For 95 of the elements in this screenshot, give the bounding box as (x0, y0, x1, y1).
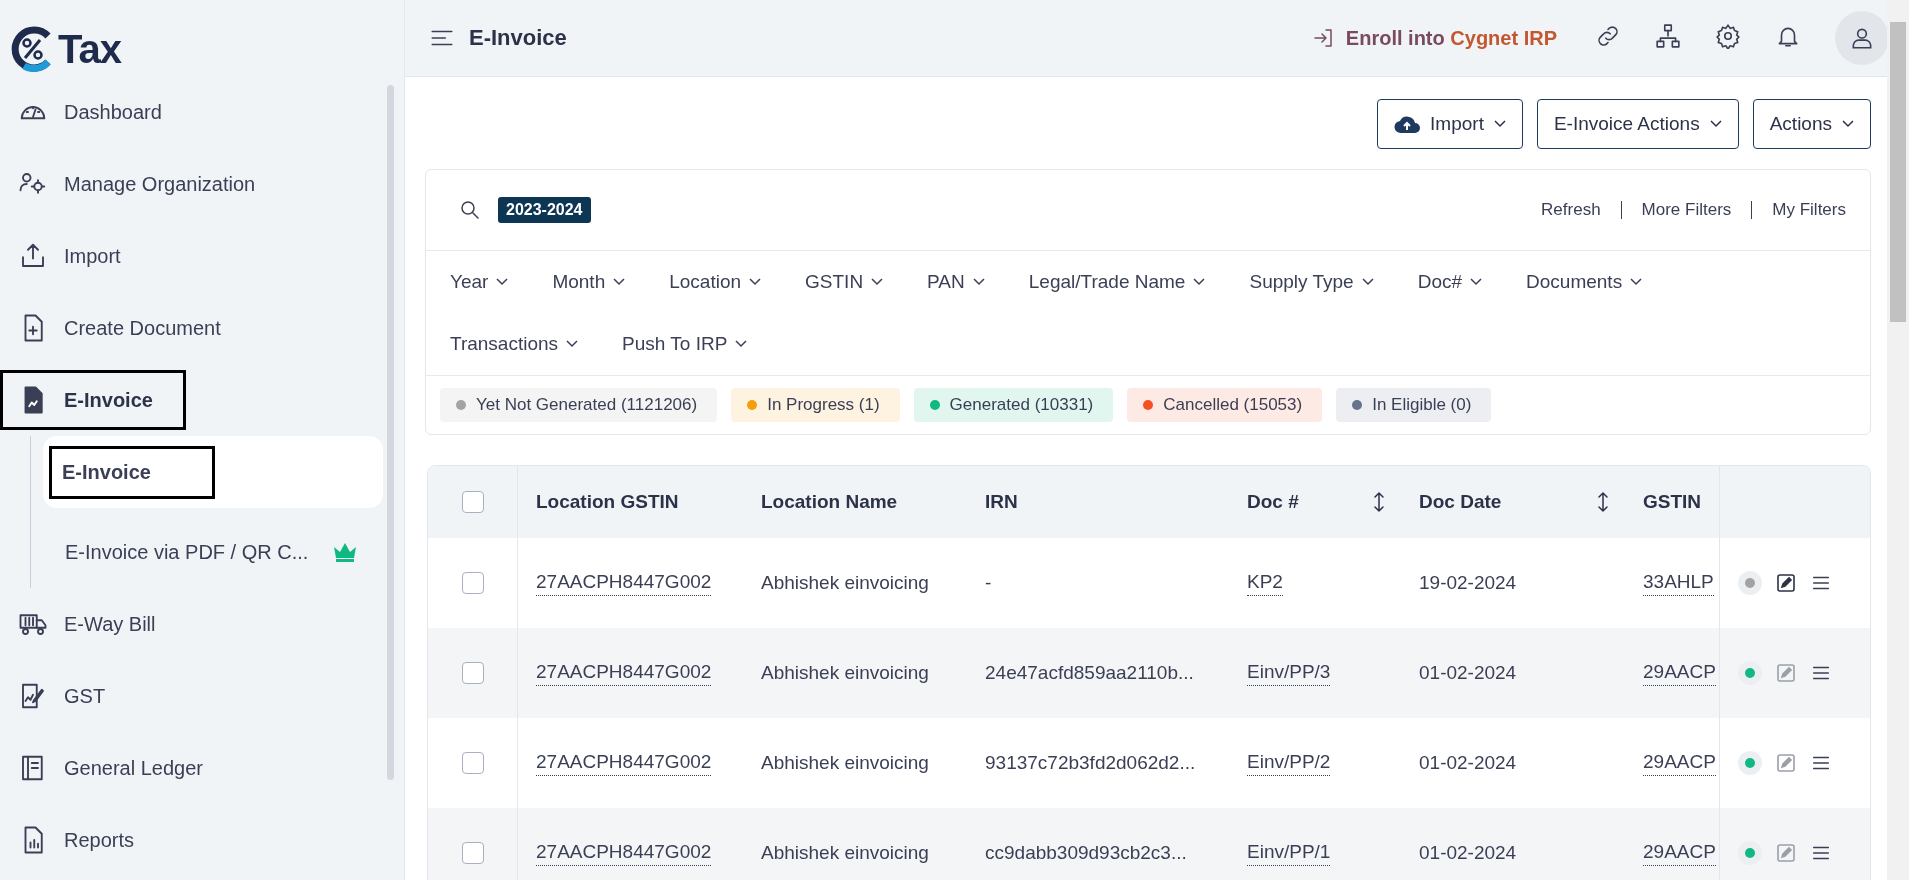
column-header: GSTIN (1643, 491, 1702, 513)
sidebar-item[interactable]: Create Document (0, 292, 404, 364)
status-chip[interactable]: In Eligible (0) (1336, 388, 1492, 422)
table-link[interactable]: Einv/PP/1 (1247, 840, 1331, 866)
caret-icon (1709, 120, 1722, 128)
table-cell: - (985, 572, 992, 594)
sidebar-item[interactable]: E-Way Bill (0, 588, 404, 660)
filter-dropdown[interactable]: Location (669, 251, 762, 313)
sidebar-item[interactable]: Import (0, 220, 404, 292)
caret-icon (972, 278, 985, 286)
filter-dropdown[interactable]: Supply Type (1249, 251, 1374, 313)
year-tag: 2023-2024 (498, 197, 591, 223)
table-link[interactable]: 33AHLP (1643, 570, 1714, 596)
table-cell: 01-02-2024 (1419, 752, 1517, 774)
table-link[interactable]: Einv/PP/3 (1247, 660, 1331, 686)
sidebar-item[interactable]: Reports (0, 804, 404, 876)
table-cell: Abhishek einvoicing (761, 662, 929, 684)
sitemap-icon (1655, 23, 1681, 49)
table-link[interactable]: 27AACPH8447G002 (536, 840, 712, 866)
table-link[interactable]: 29AACP (1643, 840, 1716, 866)
caret-icon (1493, 120, 1506, 128)
table-cell: 01-02-2024 (1419, 842, 1517, 864)
caret-icon (1361, 278, 1374, 286)
page-title: E-Invoice (469, 25, 567, 51)
table-link[interactable]: 27AACPH8447G002 (536, 570, 712, 596)
filter-dropdown[interactable]: GSTIN (805, 251, 884, 313)
filter-dropdown[interactable]: Documents (1526, 251, 1643, 313)
table-link[interactable]: 27AACPH8447G002 (536, 750, 712, 776)
checkbox[interactable] (461, 572, 484, 594)
caret-icon (613, 278, 626, 286)
dropdown-button[interactable]: E-Invoice Actions (1536, 99, 1739, 149)
column-header: Doc Date (1419, 491, 1502, 513)
column-header: Location GSTIN (536, 491, 679, 513)
table-link[interactable]: 29AACP (1643, 660, 1716, 686)
sidebar-subitem[interactable]: E-Invoice via PDF / QR C... (43, 516, 383, 588)
caret-icon (1842, 120, 1854, 128)
avatar[interactable] (1835, 11, 1889, 65)
caret-icon (566, 340, 579, 348)
cloud-upload-icon (1394, 114, 1421, 134)
caret-icon (1193, 278, 1206, 286)
filter-dropdown[interactable]: Month (552, 251, 626, 313)
checkbox[interactable] (461, 842, 484, 864)
column-header: Location Name (761, 491, 898, 513)
sidebar-subitem[interactable]: E-Invoice (43, 436, 383, 508)
filter-link[interactable]: Refresh (1541, 200, 1601, 220)
caret-icon (735, 340, 748, 348)
logo-text: Tax (58, 26, 121, 72)
table-cell: 24e47acfd859aa2110b... (985, 662, 1194, 684)
filter-dropdown[interactable]: Push To IRP (622, 313, 748, 375)
table-cell: 01-02-2024 (1419, 662, 1517, 684)
filter-link[interactable]: My Filters (1772, 200, 1846, 220)
caret-icon (1470, 278, 1483, 286)
link-icon (1595, 23, 1621, 49)
sidebar-item[interactable]: GST (0, 660, 404, 732)
caret-icon (871, 278, 884, 286)
dropdown-button[interactable]: Actions (1752, 99, 1871, 149)
filter-dropdown[interactable]: Doc# (1417, 251, 1483, 313)
checkbox[interactable] (461, 752, 484, 774)
status-chip[interactable]: Cancelled (15053) (1127, 388, 1323, 422)
table-cell: Abhishek einvoicing (761, 842, 929, 864)
table-link[interactable]: KP2 (1247, 570, 1283, 596)
status-chip[interactable]: In Progress (1) (731, 388, 900, 422)
caret-icon (496, 278, 509, 286)
sidebar-item[interactable]: General Ledger (0, 732, 404, 804)
filter-dropdown[interactable]: Legal/Trade Name (1028, 251, 1206, 313)
dropdown-button[interactable]: Import (1377, 99, 1523, 149)
enroll-link[interactable]: Enroll into Cygnet IRP (1311, 26, 1557, 50)
table-link[interactable]: Einv/PP/2 (1247, 750, 1331, 776)
sidebar-item[interactable]: E-Invoice (0, 370, 186, 430)
edit-icon[interactable] (1776, 573, 1796, 593)
filter-dropdown[interactable]: Transactions (450, 313, 579, 375)
search-icon (458, 198, 482, 222)
scrollbar[interactable] (1887, 0, 1909, 880)
caret-icon (1630, 278, 1643, 286)
column-header: IRN (985, 491, 1018, 513)
status-chip[interactable]: Yet Not Generated (1121206) (440, 388, 718, 422)
table-cell: cc9dabb309d93cb2c3... (985, 842, 1187, 864)
filter-dropdown[interactable]: Year (450, 251, 509, 313)
table-link[interactable]: 29AACP (1643, 750, 1716, 776)
sidebar-item[interactable]: Manage Organization (0, 148, 404, 220)
status-chip[interactable]: Generated (10331) (913, 388, 1114, 422)
table-cell: 93137c72b3fd2d062d2... (985, 752, 1196, 774)
settings-icon (1715, 23, 1741, 49)
table-link[interactable]: 27AACPH8447G002 (536, 660, 712, 686)
sidebar-item[interactable]: Dashboard (0, 76, 404, 148)
table-cell: Abhishek einvoicing (761, 572, 929, 594)
caret-icon (749, 278, 762, 286)
column-header: Doc # (1247, 491, 1299, 513)
sidebar-scrollbar[interactable] (387, 85, 394, 780)
table-cell: Abhishek einvoicing (761, 752, 929, 774)
checkbox[interactable] (461, 662, 484, 684)
checkbox[interactable] (461, 491, 484, 513)
table-cell: 19-02-2024 (1419, 572, 1517, 594)
filter-dropdown[interactable]: PAN (927, 251, 985, 313)
filter-link[interactable]: More Filters (1641, 200, 1732, 220)
